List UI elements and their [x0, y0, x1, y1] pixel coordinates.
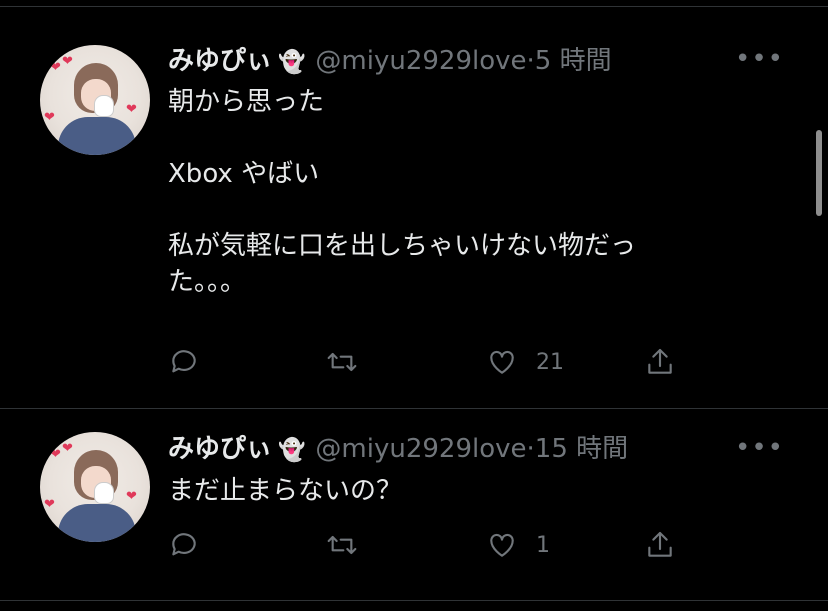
tweet[interactable]: ❤ ❤ ❤ ❤ みゆぴぃ 👻 @miyu2929love · 5 時間 ••• …	[0, 0, 828, 408]
share-icon	[648, 531, 672, 557]
tweet[interactable]: ❤ ❤ ❤ ❤ みゆぴぃ 👻 @miyu2929love · 15 時間 •••…	[0, 409, 828, 599]
like-button[interactable]: 1	[486, 529, 550, 561]
reply-button[interactable]	[168, 529, 200, 561]
timestamp[interactable]: 15 時間	[535, 428, 628, 465]
retweet-icon	[327, 352, 357, 372]
separator-dot: ·	[526, 434, 535, 464]
reply-icon	[172, 533, 196, 556]
reply-icon	[172, 350, 196, 373]
tweet-header: みゆぴぃ 👻 @miyu2929love · 5 時間	[168, 40, 612, 77]
timestamp[interactable]: 5 時間	[535, 40, 612, 77]
share-button[interactable]	[644, 529, 676, 561]
tweet-header: みゆぴぃ 👻 @miyu2929love · 15 時間	[168, 428, 628, 465]
user-handle[interactable]: @miyu2929love	[315, 434, 526, 464]
tweet-text: まだ止まらないの？	[168, 476, 403, 506]
ghost-mask	[94, 95, 114, 117]
like-button[interactable]: 21	[486, 346, 564, 378]
retweet-button[interactable]	[326, 529, 358, 561]
user-handle[interactable]: @miyu2929love	[315, 46, 526, 76]
avatar[interactable]: ❤ ❤ ❤ ❤	[40, 432, 150, 542]
reply-button[interactable]	[168, 346, 200, 378]
display-name[interactable]: みゆぴぃ	[168, 40, 272, 77]
heart-icon	[490, 533, 514, 557]
ghost-emoji-icon: 👻	[278, 50, 306, 75]
separator-dot: ·	[526, 46, 535, 76]
share-icon	[648, 348, 672, 374]
like-count: 21	[536, 349, 564, 375]
like-count: 1	[536, 532, 550, 558]
tweet-text: 朝から思った Xbox やばい 私が気軽に口を出しちゃいけない物だっ た。。。	[168, 87, 637, 297]
retweet-icon	[327, 535, 357, 555]
avatar[interactable]: ❤ ❤ ❤ ❤	[40, 45, 150, 155]
ghost-emoji-icon: 👻	[278, 438, 306, 463]
share-button[interactable]	[644, 346, 676, 378]
tweet-actions: 21	[168, 346, 688, 382]
more-options-icon[interactable]: •••	[735, 433, 784, 463]
ghost-mask	[94, 482, 114, 504]
bottom-divider	[0, 600, 828, 601]
heart-icon	[490, 350, 514, 374]
tweet-actions: 1	[168, 529, 688, 565]
more-options-icon[interactable]: •••	[735, 44, 784, 74]
display-name[interactable]: みゆぴぃ	[168, 428, 272, 465]
retweet-button[interactable]	[326, 346, 358, 378]
